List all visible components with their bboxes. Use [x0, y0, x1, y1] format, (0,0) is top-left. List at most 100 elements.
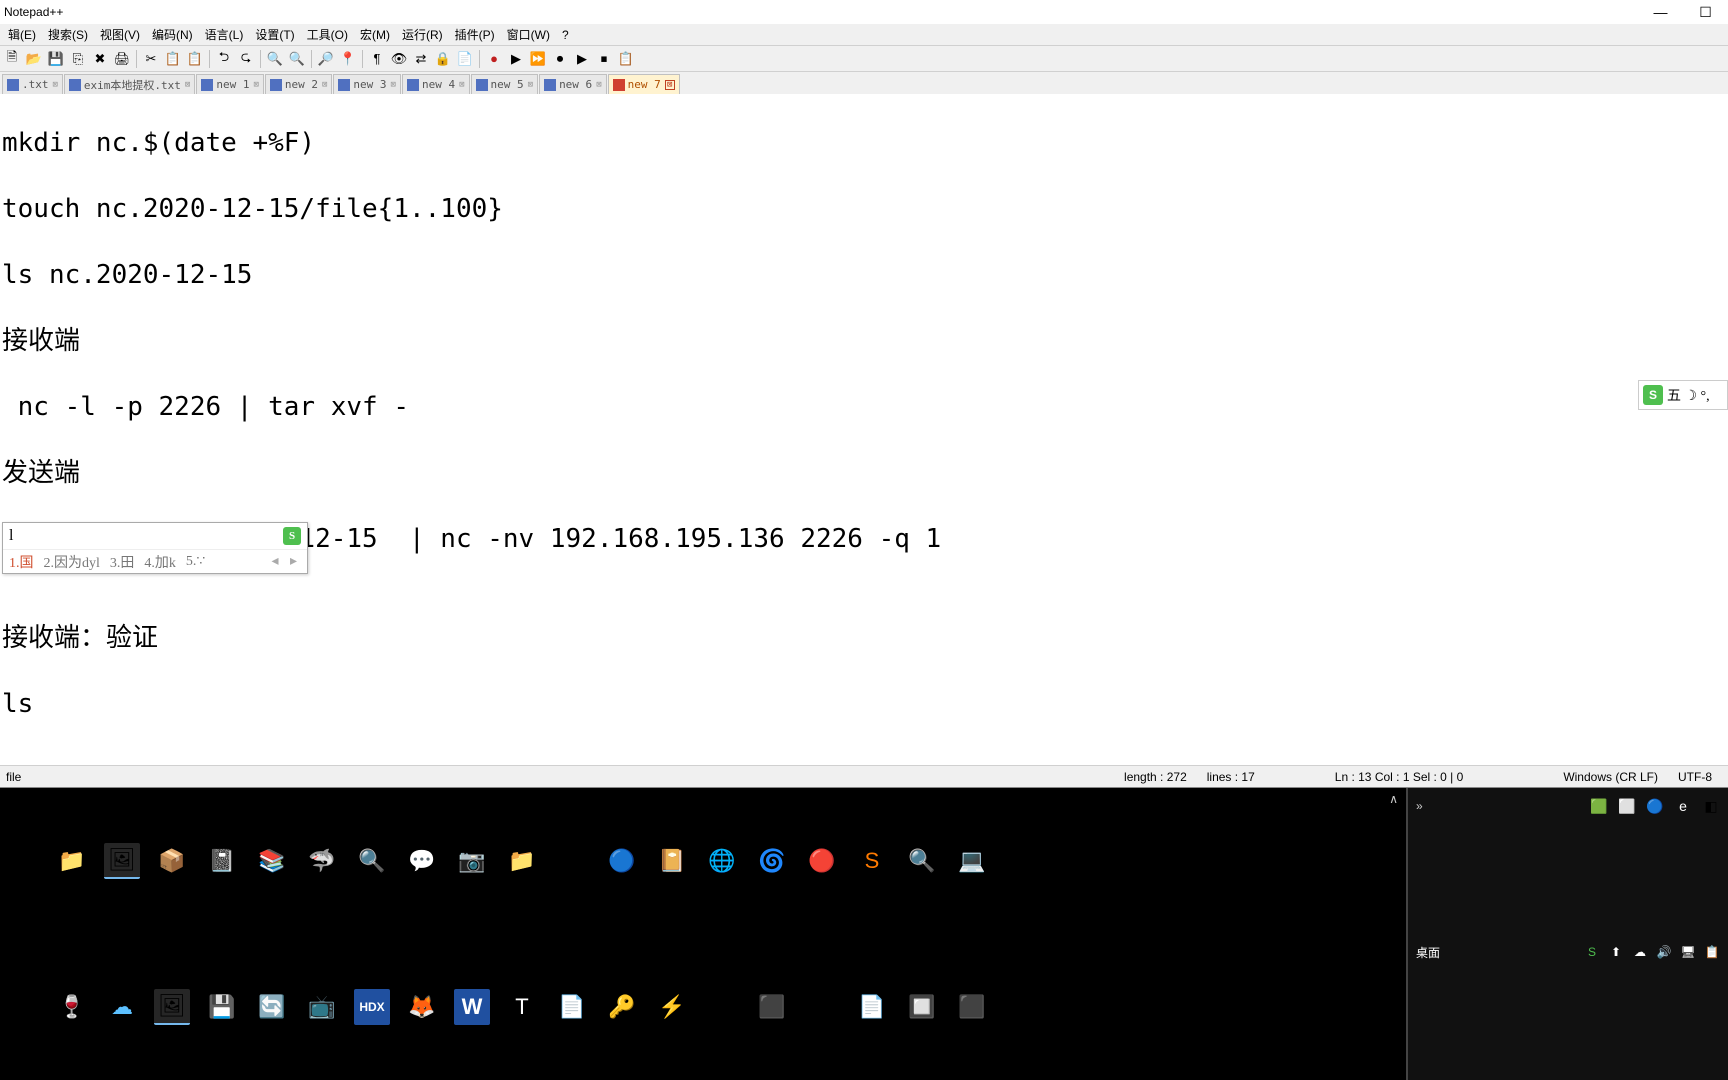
menu-view[interactable]: 视图(V): [94, 24, 146, 45]
taskbar-app-icon[interactable]: 🔵: [604, 843, 640, 879]
tray-overflow-icon[interactable]: »: [1416, 799, 1423, 813]
ime-indicator[interactable]: S 五 ☽ °,: [1638, 380, 1728, 410]
text-editor[interactable]: mkdir nc.$(date +%F) touch nc.2020-12-15…: [0, 94, 1728, 747]
tray-icon[interactable]: 📋: [1704, 944, 1720, 960]
open-file-icon[interactable]: 📂: [24, 49, 44, 69]
menu-search[interactable]: 搜索(S): [42, 24, 94, 45]
taskbar-app-icon[interactable]: 📄: [854, 989, 890, 1025]
menu-help[interactable]: ?: [556, 26, 575, 44]
taskbar-app-icon[interactable]: ⚙: [704, 989, 740, 1025]
lock-icon[interactable]: 🔒: [433, 49, 453, 69]
misc-icon[interactable]: 📋: [616, 49, 636, 69]
taskbar-app-icon[interactable]: 🔲: [904, 989, 940, 1025]
menu-window[interactable]: 窗口(W): [501, 24, 556, 45]
record-icon[interactable]: ●: [484, 49, 504, 69]
taskbar-app-icon[interactable]: ☁: [104, 989, 140, 1025]
taskbar-app-icon[interactable]: 🖥: [1004, 843, 1040, 879]
taskbar-app-icon[interactable]: 🔍: [354, 843, 390, 879]
tab-file-1[interactable]: exim本地提权.txt⊠: [64, 74, 195, 94]
wordwrap-icon[interactable]: 👁: [389, 49, 409, 69]
taskbar-app-icon[interactable]: 🔍: [904, 843, 940, 879]
ime-nav-arrows[interactable]: ◂ ▸: [271, 553, 301, 570]
taskbar-app-icon[interactable]: 🗒: [554, 843, 590, 879]
print-icon[interactable]: 🖨: [112, 49, 132, 69]
find-icon[interactable]: 🔍: [265, 49, 285, 69]
taskbar-app-icon[interactable]: ⊞: [4, 843, 40, 879]
tab-file-7[interactable]: new 6⊠: [539, 74, 607, 94]
redo-icon[interactable]: ⮎: [236, 49, 256, 69]
doc-icon[interactable]: 📄: [455, 49, 475, 69]
stop-icon[interactable]: ⏹: [594, 49, 614, 69]
taskbar-app-icon[interactable]: 📁: [54, 843, 90, 879]
taskbar-app-icon[interactable]: 🌐: [704, 843, 740, 879]
taskbar-app-icon[interactable]: 🔴: [804, 843, 840, 879]
ime-candidate-4[interactable]: 4.加k: [144, 552, 176, 572]
taskbar-app-icon[interactable]: 💻: [954, 843, 990, 879]
ime-candidate-3[interactable]: 3.田: [110, 552, 135, 572]
tab-file-6[interactable]: new 5⊠: [471, 74, 539, 94]
ime-candidate-5[interactable]: 5.∵: [186, 553, 205, 570]
save-icon[interactable]: 💾: [46, 49, 66, 69]
zoom-icon[interactable]: 🔎: [316, 49, 336, 69]
taskbar-app-icon[interactable]: W: [454, 989, 490, 1025]
menu-settings[interactable]: 设置(T): [249, 24, 300, 45]
play2-icon[interactable]: ▶: [572, 49, 592, 69]
tray-icon[interactable]: e: [1674, 797, 1692, 815]
taskbar-app-icon[interactable]: 📦: [154, 843, 190, 879]
ime-candidate-2[interactable]: 2.因为dyl: [44, 552, 100, 572]
menu-encoding[interactable]: 编码(N): [146, 24, 199, 45]
menu-macro[interactable]: 宏(M): [354, 24, 396, 45]
taskbar-app-icon[interactable]: 🖼: [104, 843, 140, 879]
taskbar-app-icon[interactable]: 💾: [204, 989, 240, 1025]
bookmark-icon[interactable]: 📍: [338, 49, 358, 69]
paste-icon[interactable]: 📋: [185, 49, 205, 69]
ime-candidate-1[interactable]: 1.国: [9, 552, 34, 572]
taskbar-app-icon[interactable]: 🦊: [404, 989, 440, 1025]
close-icon[interactable]: ✖: [90, 49, 110, 69]
taskbar-app-icon[interactable]: ⬛: [754, 989, 790, 1025]
cut-icon[interactable]: ✂: [141, 49, 161, 69]
tray-icon[interactable]: ⬆: [1608, 944, 1624, 960]
taskbar-app-icon[interactable]: ⬛: [954, 989, 990, 1025]
taskbar-app-icon[interactable]: 📁: [504, 843, 540, 879]
close-icon[interactable]: ⊠: [185, 80, 190, 90]
menu-plugins[interactable]: 插件(P): [449, 24, 501, 45]
copy-icon[interactable]: 📋: [163, 49, 183, 69]
close-icon[interactable]: ⊠: [528, 80, 533, 90]
taskbar-app-icon[interactable]: 📔: [654, 843, 690, 879]
tray-icon[interactable]: S: [1584, 944, 1600, 960]
tab-file-8[interactable]: new 7⊠: [608, 74, 680, 94]
taskbar-app-icon[interactable]: ⚡: [654, 989, 690, 1025]
save-all-icon[interactable]: ⎘: [68, 49, 88, 69]
maximize-button[interactable]: ☐: [1683, 0, 1728, 24]
tray-icon[interactable]: 🖥: [1680, 944, 1696, 960]
minimize-button[interactable]: —: [1638, 0, 1683, 24]
tab-file-3[interactable]: new 2⊠: [265, 74, 333, 94]
tray-icon[interactable]: ⬜: [1618, 797, 1636, 815]
taskbar-app-icon[interactable]: 🔄: [254, 989, 290, 1025]
taskbar-app-icon[interactable]: 📺: [304, 989, 340, 1025]
taskbar-app-icon[interactable]: ▦: [804, 989, 840, 1025]
tab-file-0[interactable]: .txt⊠: [2, 74, 63, 94]
taskbar-app-icon[interactable]: 📚: [254, 843, 290, 879]
tab-file-5[interactable]: new 4⊠: [402, 74, 470, 94]
new-file-icon[interactable]: 🗎: [2, 49, 22, 69]
tray-expand-icon[interactable]: ∧: [1389, 792, 1398, 806]
taskbar-app-icon[interactable]: 📄: [554, 989, 590, 1025]
tray-icon[interactable]: 🔵: [1646, 797, 1664, 815]
close-icon[interactable]: ⊠: [665, 80, 675, 90]
replace-icon[interactable]: 🔍: [287, 49, 307, 69]
menu-language[interactable]: 语言(L): [199, 24, 250, 45]
taskbar-app-icon[interactable]: 📓: [204, 843, 240, 879]
menu-tools[interactable]: 工具(O): [301, 24, 354, 45]
taskbar-app-icon[interactable]: 💬: [404, 843, 440, 879]
taskbar-app-icon[interactable]: 🍷: [54, 989, 90, 1025]
taskbar-app-icon[interactable]: 📷: [454, 843, 490, 879]
menu-edit[interactable]: 辑(E): [2, 24, 42, 45]
tray-volume-icon[interactable]: 🔊: [1656, 944, 1672, 960]
taskbar-app-icon[interactable]: HDX: [354, 989, 390, 1025]
tray-icon[interactable]: 🟩: [1590, 797, 1608, 815]
tray-icon[interactable]: ☁: [1632, 944, 1648, 960]
close-icon[interactable]: ⊠: [459, 80, 464, 90]
close-icon[interactable]: ⊠: [322, 80, 327, 90]
